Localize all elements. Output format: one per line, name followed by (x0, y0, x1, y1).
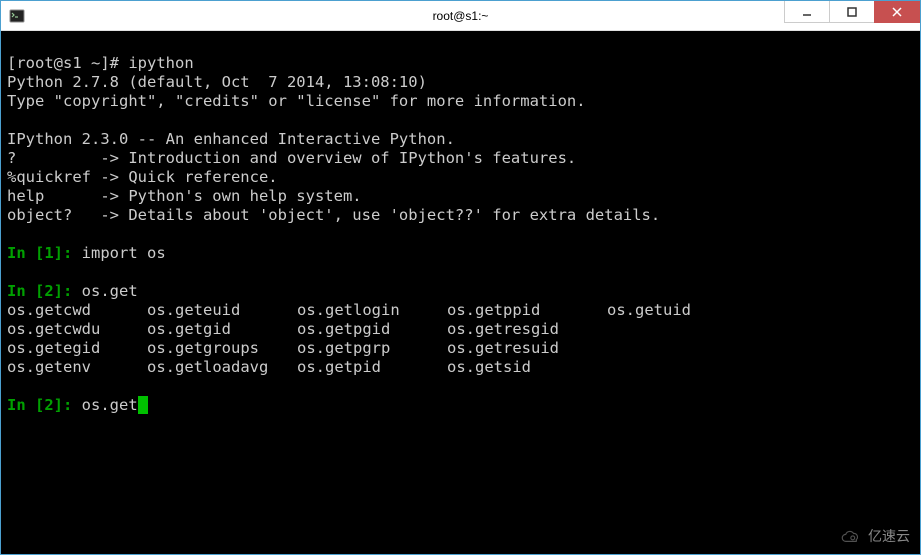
completion-item (607, 339, 914, 358)
minimize-button[interactable] (784, 1, 830, 23)
completion-item: os.getgroups (147, 339, 297, 358)
completion-item: os.getenv (7, 358, 147, 377)
completion-item: os.getresuid (447, 339, 607, 358)
completion-item: os.getloadavg (147, 358, 297, 377)
tab-completions: os.getcwdos.geteuidos.getloginos.getppid… (7, 301, 914, 377)
python-version: Python 2.7.8 (default, Oct 7 2014, 13:08… (7, 73, 427, 91)
help-line: %quickref -> Quick reference. (7, 168, 278, 186)
cursor (138, 396, 148, 414)
watermark-text: 亿速云 (868, 527, 910, 546)
completion-item: os.getsid (447, 358, 607, 377)
in-prompt-2b: In [2]: os.get (7, 396, 148, 414)
in-prompt-1: In [1]: import os (7, 244, 166, 262)
window-controls (784, 1, 920, 30)
help-line: ? -> Introduction and overview of IPytho… (7, 149, 576, 167)
python-type-line: Type "copyright", "credits" or "license"… (7, 92, 586, 110)
completion-item: os.getgid (147, 320, 297, 339)
ipython-banner: IPython 2.3.0 -- An enhanced Interactive… (7, 130, 455, 148)
titlebar[interactable]: root@s1:~ (1, 1, 920, 31)
completion-item: os.getpgid (297, 320, 447, 339)
in-prompt-2: In [2]: os.get (7, 282, 138, 300)
terminal-area[interactable]: [root@s1 ~]# ipython Python 2.7.8 (defau… (1, 31, 920, 554)
completion-item (607, 320, 914, 339)
watermark: 亿速云 (840, 527, 910, 546)
completion-item (607, 358, 914, 377)
help-line: help -> Python's own help system. (7, 187, 362, 205)
completion-item: os.geteuid (147, 301, 297, 320)
completion-item: os.getpgrp (297, 339, 447, 358)
completion-item: os.getppid (447, 301, 607, 320)
terminal-window: root@s1:~ [root@s1 ~]# ipython Python 2.… (0, 0, 921, 555)
completion-item: os.getcwd (7, 301, 147, 320)
completion-item: os.getcwdu (7, 320, 147, 339)
shell-prompt: [root@s1 ~]# ipython (7, 54, 194, 72)
maximize-button[interactable] (829, 1, 875, 23)
completion-item: os.getuid (607, 301, 914, 320)
window-title: root@s1:~ (433, 9, 489, 23)
completion-item: os.getlogin (297, 301, 447, 320)
help-line: object? -> Details about 'object', use '… (7, 206, 660, 224)
completion-item: os.getresgid (447, 320, 607, 339)
close-button[interactable] (874, 1, 920, 23)
app-icon (9, 8, 25, 24)
cloud-icon (840, 530, 862, 544)
completion-item: os.getegid (7, 339, 147, 358)
completion-item: os.getpid (297, 358, 447, 377)
